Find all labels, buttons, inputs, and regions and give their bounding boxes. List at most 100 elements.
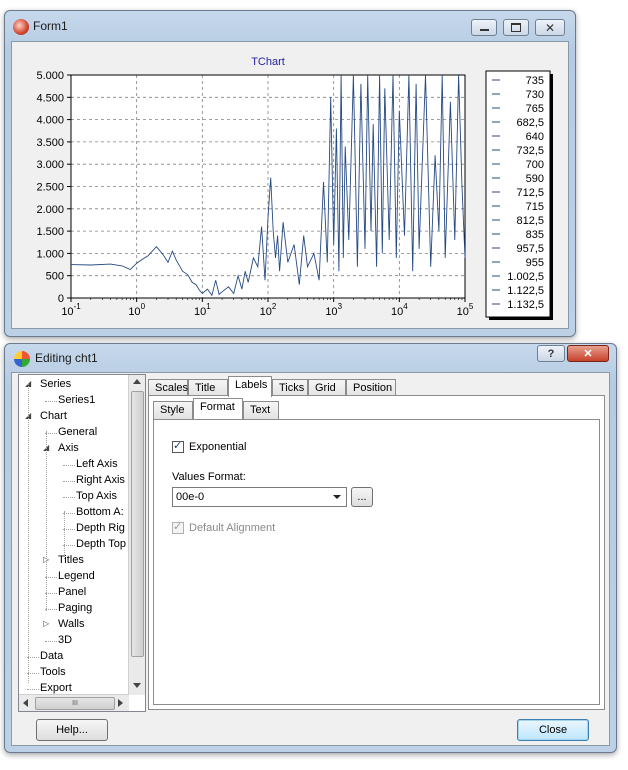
- tree-item[interactable]: Titles: [58, 554, 84, 566]
- legend-entry: 955: [526, 257, 544, 269]
- x-tick-label: 105: [457, 302, 474, 318]
- y-tick-label: 5.000: [36, 70, 64, 82]
- tree-item[interactable]: Depth Rig: [76, 522, 125, 534]
- y-tick-label: 1.000: [36, 248, 64, 260]
- form1-titlebar[interactable]: Form1 ✕: [5, 11, 575, 41]
- tree-connector: [63, 497, 75, 498]
- editor-tree[interactable]: ◢ Series Series1 ◢ Chart General ◢ Axis Left Axi…: [18, 374, 146, 712]
- tree-connector-vertical: [46, 431, 47, 611]
- default-alignment-label[interactable]: Default Alignment: [189, 522, 275, 534]
- tree-vscrollbar[interactable]: [128, 375, 145, 695]
- chevron-down-icon[interactable]: [333, 495, 341, 499]
- form1-close-button[interactable]: ✕: [535, 19, 565, 36]
- tab-labels[interactable]: Labels: [228, 376, 272, 397]
- maximize-icon: [511, 23, 521, 32]
- values-format-combo[interactable]: 00e-0: [172, 487, 347, 507]
- exponential-label[interactable]: Exponential: [189, 441, 247, 453]
- legend-entry: 835: [526, 229, 544, 241]
- y-tick-label: 4.500: [36, 92, 64, 104]
- tree-item[interactable]: Chart: [40, 410, 67, 422]
- help-caption-button[interactable]: ?: [537, 345, 565, 362]
- legend-entry: 730: [526, 89, 544, 101]
- y-tick-label: 3.500: [36, 137, 64, 149]
- check-icon: ✓: [173, 521, 183, 533]
- default-alignment-checkbox[interactable]: ✓: [172, 521, 184, 534]
- tree-item[interactable]: Axis: [58, 442, 79, 454]
- close-button[interactable]: Close: [517, 719, 589, 741]
- chart-title: TChart: [251, 56, 285, 68]
- tree-item[interactable]: Tools: [40, 666, 66, 678]
- legend-entry: 812,5: [516, 215, 544, 227]
- values-format-input[interactable]: 00e-0: [176, 491, 204, 503]
- scroll-down-arrow-icon[interactable]: [133, 683, 141, 688]
- subtab-format[interactable]: Format: [193, 398, 243, 419]
- editor-close-caption-button[interactable]: ✕: [567, 345, 609, 362]
- editor-titlebar[interactable]: Editing cht1 ? ✕: [5, 344, 616, 374]
- minimize-icon: [479, 29, 489, 31]
- tree-item[interactable]: Bottom A:: [76, 506, 124, 518]
- tree-connector: [63, 481, 75, 482]
- help-button-label: Help...: [56, 724, 88, 736]
- y-tick-label: 3.000: [36, 159, 64, 171]
- help-button[interactable]: Help...: [36, 719, 108, 741]
- y-tick-label: 4.000: [36, 115, 64, 127]
- legend-entry: 735: [526, 75, 544, 87]
- y-tick-label: 2.000: [36, 204, 64, 216]
- tree-item[interactable]: Paging: [58, 602, 92, 614]
- tree-item[interactable]: Left Axis: [76, 458, 118, 470]
- tree-item[interactable]: Series1: [58, 394, 95, 406]
- legend-entry: 715: [526, 201, 544, 213]
- chart: TChart 5.000 4.500 4.000 3.500 3.000 2.500 2.00…: [36, 56, 553, 320]
- tree-connector-vertical: [64, 511, 65, 559]
- editor-client: ◢ Series Series1 ◢ Chart General ◢ Axis Left Axi…: [11, 372, 610, 746]
- x-tick-label: 104: [391, 302, 408, 318]
- maximize-button[interactable]: [503, 19, 529, 36]
- tree-item[interactable]: 3D: [58, 634, 72, 646]
- tree-item[interactable]: Panel: [58, 586, 86, 598]
- tree-item[interactable]: Series: [40, 378, 71, 390]
- legend-entry: 765: [526, 103, 544, 115]
- tree-item[interactable]: Legend: [58, 570, 95, 582]
- tree-item[interactable]: Right Axis: [76, 474, 125, 486]
- close-icon: ✕: [544, 20, 556, 35]
- x-tick-label: 103: [325, 302, 342, 318]
- ellipsis-label: ...: [357, 491, 367, 503]
- y-tick-label: 1.500: [36, 226, 64, 238]
- tree-connector: [27, 689, 39, 690]
- x-tick-label: 100: [128, 302, 145, 318]
- exponential-checkbox[interactable]: ✓: [172, 440, 184, 453]
- subtab-text[interactable]: Text: [243, 401, 279, 419]
- minimize-button[interactable]: [471, 19, 497, 36]
- values-format-label: Values Format:: [172, 471, 246, 483]
- tree-connector-vertical: [28, 383, 29, 683]
- tree-item[interactable]: Walls: [58, 618, 84, 630]
- close-button-label: Close: [538, 724, 568, 736]
- x-tick-label: 10-1: [61, 302, 81, 318]
- legend-entry: 640: [526, 131, 544, 143]
- scroll-left-arrow-icon[interactable]: [23, 699, 28, 707]
- scroll-thumb[interactable]: [131, 391, 144, 657]
- teechart-icon: [14, 351, 30, 367]
- y-tick-label: 2.500: [36, 182, 64, 194]
- tree-item[interactable]: Depth Top: [76, 538, 126, 550]
- legend-entry: 957,5: [516, 243, 544, 255]
- tree-item[interactable]: Export: [40, 682, 72, 694]
- editor-title: Editing cht1: [35, 351, 98, 365]
- legend-entry: 682,5: [516, 117, 544, 129]
- tree-connector: [45, 401, 57, 402]
- y-tick-label: 0: [58, 293, 64, 305]
- tree-expander-icon[interactable]: ▷: [43, 619, 49, 628]
- tree-item[interactable]: Top Axis: [76, 490, 117, 502]
- tree-hscrollbar[interactable]: III: [19, 694, 129, 711]
- scroll-right-arrow-icon[interactable]: [118, 699, 123, 707]
- legend-entry: 1.122,5: [507, 285, 544, 297]
- format-ellipsis-button[interactable]: ...: [351, 487, 373, 507]
- hscroll-thumb[interactable]: III: [35, 697, 115, 710]
- legend-entry: 1.002,5: [507, 271, 544, 283]
- form1-window: Form1 ✕ TChart 5.000 4.500 4.000 3.500 3.000 2…: [4, 10, 576, 337]
- legend-entry: 732,5: [516, 145, 544, 157]
- tree-item[interactable]: General: [58, 426, 97, 438]
- tree-item[interactable]: Data: [40, 650, 63, 662]
- subtab-style[interactable]: Style: [153, 401, 193, 419]
- scroll-up-arrow-icon[interactable]: [133, 379, 141, 384]
